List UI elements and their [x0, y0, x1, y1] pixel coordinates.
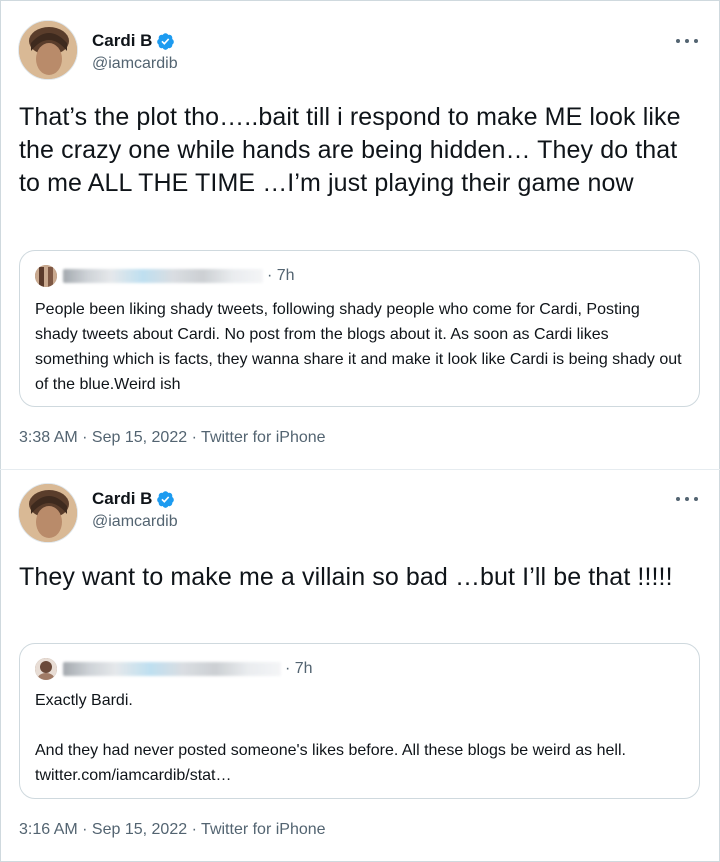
author-handle[interactable]: @iamcardib	[92, 55, 178, 73]
tweet-meta[interactable]: 3:38 AM · Sep 15, 2022 · Twitter for iPh…	[19, 429, 326, 447]
tweet-meta[interactable]: 3:16 AM · Sep 15, 2022 · Twitter for iPh…	[19, 821, 326, 839]
quoted-text: People been liking shady tweets, followi…	[35, 301, 682, 393]
avatar[interactable]	[18, 20, 78, 80]
quoted-tweet[interactable]: · 7h Exactly Bardi. And they had never p…	[19, 643, 700, 799]
quoted-time[interactable]: · 7h	[267, 267, 295, 285]
quoted-avatar	[35, 265, 57, 287]
redacted-username	[63, 269, 263, 283]
tweet-text: They want to make me a villain so bad …b…	[19, 563, 673, 591]
tweet: Cardi B @iamcardib They want to make me …	[0, 470, 720, 862]
more-options-icon[interactable]	[676, 493, 698, 505]
more-options-icon[interactable]	[676, 35, 698, 47]
author-name[interactable]: Cardi B	[92, 489, 152, 509]
tweet-text: That’s the plot tho…..bait till i respon…	[19, 103, 681, 197]
quoted-text: Exactly Bardi. And they had never posted…	[35, 692, 626, 784]
quoted-tweet[interactable]: · 7h People been liking shady tweets, fo…	[19, 250, 700, 407]
verified-badge-icon	[157, 32, 175, 50]
quoted-time[interactable]: · 7h	[285, 660, 313, 678]
quoted-avatar	[35, 658, 57, 680]
author-handle[interactable]: @iamcardib	[92, 513, 178, 531]
author-name[interactable]: Cardi B	[92, 31, 152, 51]
avatar[interactable]	[18, 483, 78, 543]
verified-badge-icon	[157, 490, 175, 508]
tweet: Cardi B @iamcardib That’s the plot tho….…	[0, 0, 720, 470]
redacted-username	[63, 662, 281, 676]
